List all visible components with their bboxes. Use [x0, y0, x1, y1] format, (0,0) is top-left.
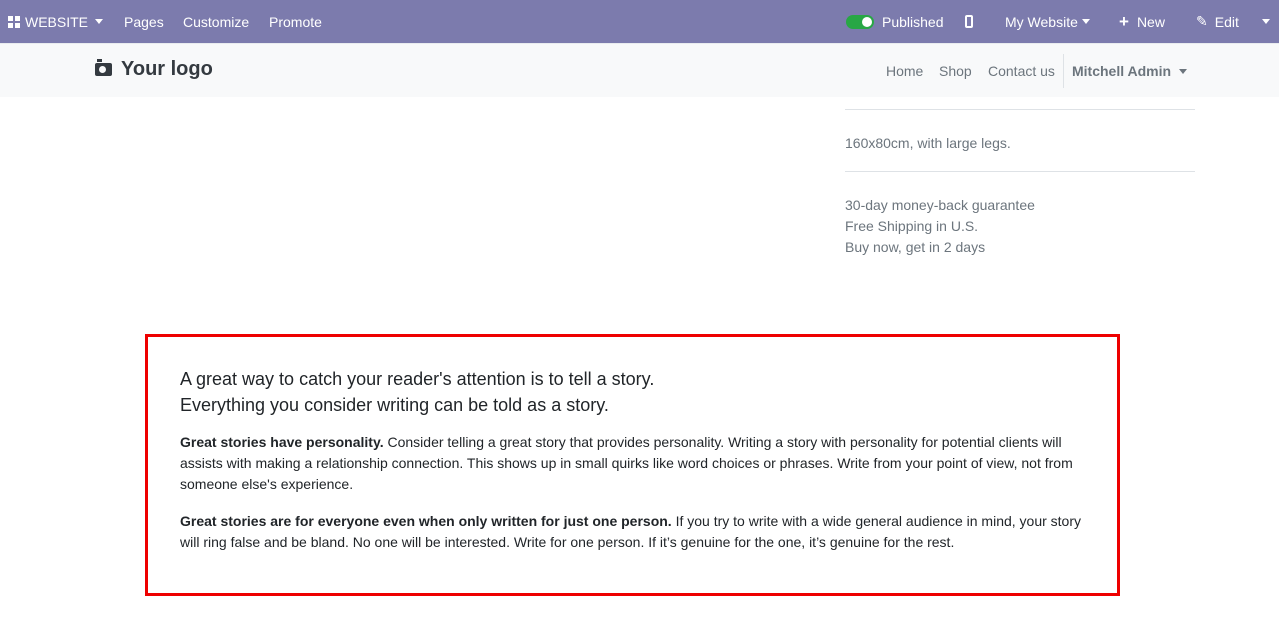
camera-icon	[95, 59, 112, 76]
story-paragraph-1-heading: Great stories have personality.	[180, 434, 384, 450]
nav-shop[interactable]: Shop	[939, 44, 972, 98]
published-label: Published	[882, 13, 944, 30]
story-lead-line-1: A great way to catch your reader's atten…	[180, 369, 655, 389]
menu-promote[interactable]: Promote	[269, 0, 322, 43]
caret-down-icon	[95, 19, 104, 24]
site-header: Your logo Home Shop Contact us Mitchell …	[0, 43, 1279, 97]
website-selector-label: My Website	[1005, 13, 1078, 30]
caret-down-icon	[1179, 68, 1188, 74]
more-options-button[interactable]	[1262, 0, 1270, 43]
pencil-icon: ✎	[1196, 13, 1208, 29]
menu-customize[interactable]: Customize	[183, 0, 249, 43]
story-lead-line-2: Everything you consider writing can be t…	[180, 395, 609, 415]
divider	[845, 171, 1195, 172]
nav-divider	[1063, 54, 1064, 88]
apps-grid-icon	[8, 15, 20, 28]
story-section-highlight: A great way to catch your reader's atten…	[145, 334, 1120, 596]
story-paragraph-2: Great stories are for everyone even when…	[180, 511, 1092, 553]
admin-bar: WEBSITE Pages Customize Promote Publishe…	[0, 0, 1279, 43]
toggle-switch-icon	[846, 14, 874, 29]
mobile-phone-icon	[965, 15, 973, 28]
user-menu[interactable]: Mitchell Admin	[1072, 44, 1188, 98]
website-menu-label: WEBSITE	[25, 13, 89, 30]
new-label: New	[1136, 13, 1165, 30]
plus-icon: +	[1119, 12, 1129, 31]
perk-guarantee: 30-day money-back guarantee	[845, 197, 1035, 213]
edit-label: Edit	[1214, 13, 1239, 30]
logo-text: Your logo	[121, 58, 213, 80]
website-selector[interactable]: My Website	[1005, 0, 1090, 43]
perk-shipping: Free Shipping in U.S.	[845, 218, 979, 234]
perk-delivery: Buy now, get in 2 days	[845, 239, 986, 255]
publish-toggle[interactable]: Published	[846, 0, 944, 43]
caret-down-icon	[1262, 19, 1270, 24]
website-menu-button[interactable]: WEBSITE	[8, 0, 104, 43]
site-logo[interactable]: Your logo	[95, 58, 213, 81]
story-paragraph-1: Great stories have personality. Consider…	[180, 432, 1092, 495]
product-dimensions: 160x80cm, with large legs.	[845, 135, 1011, 151]
nav-contact[interactable]: Contact us	[988, 44, 1055, 98]
menu-pages[interactable]: Pages	[124, 0, 164, 43]
mobile-preview-button[interactable]	[965, 0, 973, 43]
story-lead: A great way to catch your reader's atten…	[180, 366, 654, 418]
nav-home[interactable]: Home	[886, 44, 923, 98]
user-name: Mitchell Admin	[1072, 63, 1172, 79]
edit-button[interactable]: ✎ Edit	[1196, 0, 1239, 43]
new-button[interactable]: + New	[1119, 0, 1165, 43]
divider	[845, 109, 1195, 110]
caret-down-icon	[1081, 19, 1090, 24]
story-paragraph-2-heading: Great stories are for everyone even when…	[180, 513, 672, 529]
